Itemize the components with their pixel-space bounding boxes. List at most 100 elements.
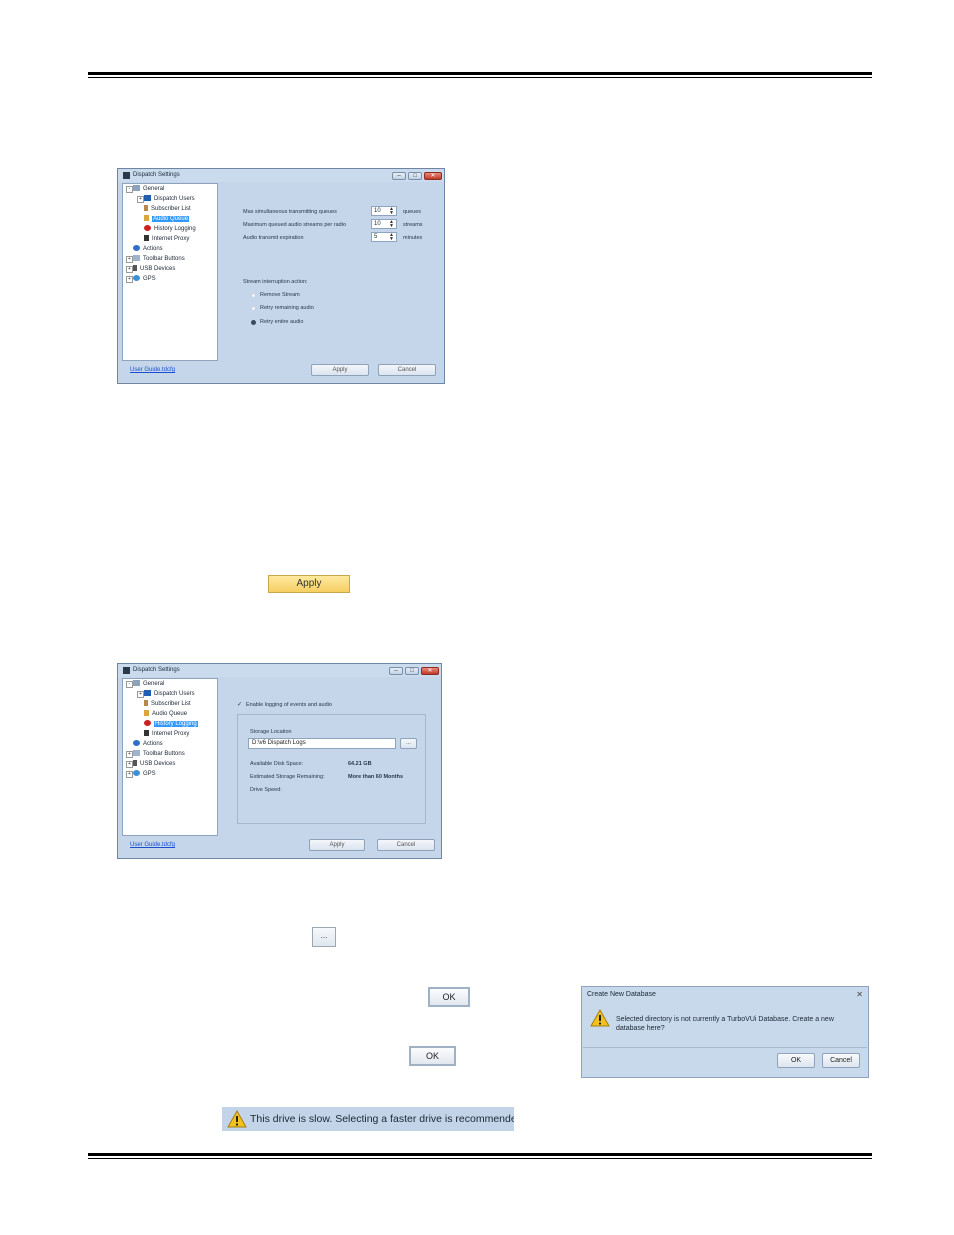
monitor-icon — [144, 690, 151, 696]
tree-item-dispatch-users[interactable]: Dispatch Users — [144, 195, 195, 204]
ok-button[interactable]: OK — [409, 1046, 456, 1066]
cancel-button[interactable]: Cancel — [378, 364, 436, 376]
warning-text: This drive is slow. Selecting a faster d… — [250, 1113, 514, 1125]
queues-spinner[interactable]: 10 ▲ ▼ — [371, 206, 397, 216]
stat-label: Estimated Storage Remaining: — [250, 774, 325, 780]
ok-button[interactable]: OK — [428, 987, 470, 1007]
arrow-circle-icon — [133, 245, 140, 251]
create-database-dialog: Create New Database ✕ Selected directory… — [581, 986, 869, 1078]
monitor-icon — [144, 195, 151, 201]
tree-item-subscriber-list[interactable]: Subscriber List — [144, 700, 191, 709]
expand-icon[interactable]: + — [126, 771, 133, 778]
spinner-arrows-icon[interactable]: ▲ ▼ — [389, 220, 394, 229]
tree-item-general[interactable]: General — [133, 185, 164, 194]
divider — [583, 1047, 867, 1048]
tree-item-audio-queue[interactable]: Audio Queue — [144, 215, 190, 224]
streams-spinner[interactable]: 10 ▲ ▼ — [371, 219, 397, 229]
dialog-title: Create New Database — [587, 991, 656, 998]
cancel-button[interactable]: Cancel — [822, 1053, 860, 1068]
tree-item-audio-queue[interactable]: Audio Queue — [144, 710, 187, 719]
interruption-label: Stream interruption action: — [243, 279, 308, 285]
stat-value: 64.21 GB — [348, 761, 372, 767]
close-icon[interactable]: ✕ — [856, 990, 863, 999]
tree-item-history-logging[interactable]: History Logging — [144, 225, 196, 234]
field-unit: minutes — [403, 235, 423, 241]
user-guide-link[interactable]: User Guide.tdcfg — [130, 367, 175, 373]
tree-item-toolbar-buttons[interactable]: Toolbar Buttons — [133, 255, 185, 264]
expand-icon[interactable]: + — [137, 196, 144, 203]
radio-label: Retry entire audio — [260, 319, 304, 325]
collapse-icon[interactable]: - — [126, 681, 133, 688]
stat-label: Available Disk Space: — [250, 761, 304, 767]
tree-item-internet-proxy[interactable]: Internet Proxy — [144, 730, 189, 739]
title-bar: Dispatch Settings – □ ✕ — [118, 664, 441, 677]
expand-icon[interactable]: + — [126, 276, 133, 283]
expand-icon[interactable]: + — [126, 761, 133, 768]
tree-item-actions[interactable]: Actions — [133, 245, 163, 254]
tree-item-toolbar-buttons[interactable]: Toolbar Buttons — [133, 750, 185, 759]
wrench-icon — [144, 235, 149, 241]
expand-icon[interactable]: + — [126, 256, 133, 263]
browse-button-large[interactable]: ... — [312, 927, 336, 947]
close-button[interactable]: ✕ — [421, 667, 439, 675]
stat-value: More than 60 Months — [348, 774, 404, 780]
tree-item-actions[interactable]: Actions — [133, 740, 163, 749]
radio-label: Remove Stream — [260, 292, 300, 298]
radio-remove-stream[interactable] — [251, 293, 256, 298]
apply-button-highlighted[interactable]: Apply — [268, 575, 350, 593]
minimize-button[interactable]: – — [389, 667, 403, 675]
tree-item-usb-devices[interactable]: USB Devices — [133, 760, 175, 769]
stat-label: Drive Speed: — [250, 787, 282, 793]
header-rule-thin — [88, 77, 872, 78]
expiration-spinner[interactable]: 5 ▲ ▼ — [371, 232, 397, 242]
tree-item-gps[interactable]: GPS — [133, 275, 156, 284]
apply-button[interactable]: Apply — [311, 364, 369, 376]
minimize-button[interactable]: – — [392, 172, 406, 180]
speaker-icon — [144, 215, 149, 221]
settings-tree: - General + Dispatch Users Subscriber Li… — [122, 183, 218, 361]
user-guide-link[interactable]: User Guide.tdcfg — [130, 842, 175, 848]
storage-location-input[interactable]: D:\v6 Dispatch Logs — [248, 738, 396, 749]
tree-item-gps[interactable]: GPS — [133, 770, 156, 779]
close-button[interactable]: ✕ — [424, 172, 442, 180]
tree-item-internet-proxy[interactable]: Internet Proxy — [144, 235, 189, 244]
maximize-button[interactable]: □ — [408, 172, 422, 180]
storage-location-label: Storage Location — [250, 729, 292, 735]
warning-icon — [227, 1110, 247, 1128]
ok-button[interactable]: OK — [777, 1053, 815, 1068]
settings-tree: - General + Dispatch Users Subscriber Li… — [122, 678, 218, 836]
expand-icon[interactable]: + — [126, 266, 133, 273]
cancel-button[interactable]: Cancel — [377, 839, 435, 851]
spinner-arrows-icon[interactable]: ▲ ▼ — [389, 207, 394, 216]
radio-retry-entire[interactable] — [251, 320, 256, 325]
tree-item-usb-devices[interactable]: USB Devices — [133, 265, 175, 274]
title-bar: Dispatch Settings – □ ✕ — [118, 169, 444, 182]
tree-item-subscriber-list[interactable]: Subscriber List — [144, 205, 191, 214]
footer-rule-thin — [88, 1158, 872, 1159]
spinner-arrows-icon[interactable]: ▲ ▼ — [389, 233, 394, 242]
expand-icon[interactable]: + — [126, 751, 133, 758]
spinner-value: 5 — [374, 234, 378, 240]
usb-icon — [133, 760, 137, 766]
usb-icon — [133, 265, 137, 271]
tree-item-history-logging[interactable]: History Logging — [144, 720, 198, 729]
network-icon — [133, 185, 140, 191]
browse-button[interactable]: ... — [400, 738, 417, 749]
globe-icon — [133, 770, 140, 776]
enable-logging-checkbox[interactable]: ✓ — [237, 701, 242, 708]
footer-rule — [88, 1153, 872, 1156]
maximize-button[interactable]: □ — [405, 667, 419, 675]
spinner-value: 10 — [374, 221, 381, 227]
apply-button[interactable]: Apply — [309, 839, 365, 851]
tree-item-dispatch-users[interactable]: Dispatch Users — [144, 690, 195, 699]
slow-drive-warning: This drive is slow. Selecting a faster d… — [222, 1107, 514, 1131]
header-rule — [88, 72, 872, 75]
radio-retry-remaining[interactable] — [251, 306, 256, 311]
dispatch-settings-dialog-history-logging: Dispatch Settings – □ ✕ - General + Disp… — [117, 663, 442, 859]
app-icon — [123, 172, 130, 179]
tree-item-general[interactable]: General — [133, 680, 164, 689]
dispatch-settings-dialog-audio-queue: Dispatch Settings – □ ✕ - General + Disp… — [117, 168, 445, 384]
network-icon — [133, 680, 140, 686]
expand-icon[interactable]: + — [137, 691, 144, 698]
collapse-icon[interactable]: - — [126, 186, 133, 193]
